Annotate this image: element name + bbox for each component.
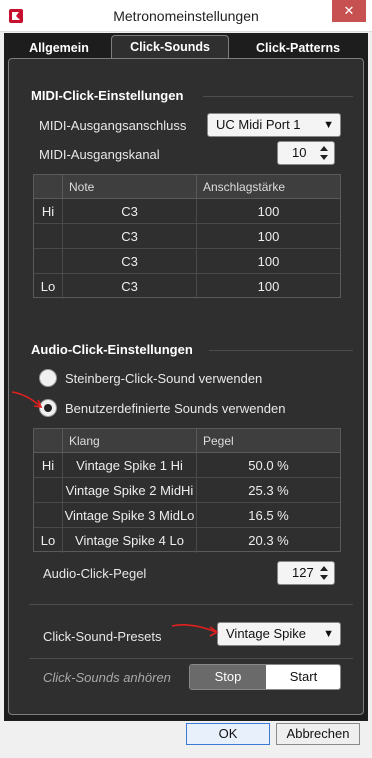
presets-value: Vintage Spike [226, 626, 306, 641]
midi-channel-label: MIDI-Ausgangskanal [39, 147, 160, 162]
note-cell[interactable]: C3 [62, 274, 196, 299]
row-tag [34, 249, 62, 274]
listen-label: Click-Sounds anhören [43, 670, 171, 685]
row-tag [34, 224, 62, 249]
level-cell[interactable]: 25.3 % [196, 478, 340, 503]
audio-section-title: Audio-Click-Einstellungen [31, 342, 193, 357]
annotation-arrow-icon [171, 624, 219, 637]
radio-steinberg-sound[interactable] [39, 369, 57, 387]
row-tag: Hi [41, 204, 55, 219]
table-row[interactable]: Vintage Spike 3 MidLo 16.5 % [34, 503, 340, 528]
note-cell[interactable]: C3 [62, 249, 196, 274]
level-cell[interactable]: 50.0 % [196, 453, 340, 478]
click-sounds-panel: MIDI-Click-Einstellungen MIDI-Ausgangsan… [8, 58, 364, 715]
section-divider [203, 96, 353, 97]
midi-section-title: MIDI-Click-Einstellungen [31, 88, 184, 103]
velocity-cell[interactable]: 100 [196, 224, 340, 249]
velocity-cell[interactable]: 100 [196, 274, 340, 299]
radio-custom-label[interactable]: Benutzerdefinierte Sounds verwenden [65, 401, 285, 416]
dialog-body: Allgemein Click-Sounds Click-Patterns MI… [4, 33, 368, 721]
presets-dropdown[interactable]: Vintage Spike ▼ [217, 622, 341, 646]
section-divider [29, 604, 353, 605]
midi-note-table: Note Anschlagstärke Hi C3 100 C3 100 C3 … [33, 174, 341, 299]
audio-level-spinner[interactable]: 127 [277, 561, 335, 585]
sound-cell[interactable]: Vintage Spike 2 MidHi [62, 478, 196, 503]
midi-channel-value: 10 [292, 145, 307, 160]
section-divider [29, 658, 353, 659]
tab-bar: Allgemein Click-Sounds Click-Patterns [4, 33, 368, 61]
tab-allgemein[interactable]: Allgemein [10, 37, 108, 59]
column-header-note: Note [62, 175, 196, 199]
tab-click-patterns[interactable]: Click-Patterns [236, 37, 360, 59]
table-row[interactable]: Hi C3 100 [34, 199, 340, 224]
row-tag: Lo [40, 533, 56, 548]
sound-cell[interactable]: Vintage Spike 4 Lo [62, 528, 196, 553]
stop-button[interactable]: Stop [190, 665, 266, 689]
table-row[interactable]: Hi Vintage Spike 1 Hi 50.0 % [34, 453, 340, 478]
window-title: Metronomeinstellungen [113, 8, 259, 24]
table-row[interactable]: Lo C3 100 [34, 274, 340, 299]
presets-label: Click-Sound-Presets [43, 629, 162, 644]
ok-button[interactable]: OK [186, 723, 270, 745]
table-header: Klang Pegel [34, 429, 340, 453]
midi-port-dropdown[interactable]: UC Midi Port 1 ▼ [207, 113, 341, 137]
midi-channel-spinner[interactable]: 10 [277, 141, 335, 165]
listen-toggle: Stop Start [189, 664, 341, 690]
level-cell[interactable]: 16.5 % [196, 503, 340, 528]
section-divider [209, 350, 353, 351]
close-button[interactable]: ✕ [332, 0, 366, 22]
audio-level-label: Audio-Click-Pegel [43, 566, 147, 581]
start-button[interactable]: Start [266, 665, 340, 689]
table-row[interactable]: Lo Vintage Spike 4 Lo 20.3 % [34, 528, 340, 553]
row-tag: Lo [40, 279, 56, 294]
velocity-cell[interactable]: 100 [196, 199, 340, 224]
title-bar: Metronomeinstellungen ✕ [0, 0, 372, 32]
midi-port-value: UC Midi Port 1 [216, 117, 301, 132]
sound-cell[interactable]: Vintage Spike 3 MidLo [62, 503, 196, 528]
column-header-level: Pegel [196, 429, 340, 453]
chevron-down-icon: ▼ [323, 628, 334, 640]
sound-cell[interactable]: Vintage Spike 1 Hi [62, 453, 196, 478]
audio-level-value: 127 [292, 565, 314, 580]
spin-arrows-icon[interactable] [319, 143, 329, 163]
note-cell[interactable]: C3 [62, 199, 196, 224]
table-row[interactable]: C3 100 [34, 224, 340, 249]
radio-steinberg-label[interactable]: Steinberg-Click-Sound verwenden [65, 371, 262, 386]
row-tag [34, 478, 62, 503]
row-tag [34, 503, 62, 528]
column-header-velocity: Anschlagstärke [196, 175, 340, 199]
table-row[interactable]: C3 100 [34, 249, 340, 274]
chevron-down-icon: ▼ [323, 119, 334, 131]
table-header: Note Anschlagstärke [34, 175, 340, 199]
spin-arrows-icon[interactable] [319, 563, 329, 583]
row-tag: Hi [41, 458, 55, 473]
level-cell[interactable]: 20.3 % [196, 528, 340, 553]
midi-port-label: MIDI-Ausgangsanschluss [39, 118, 187, 133]
cancel-button[interactable]: Abbrechen [276, 723, 360, 745]
audio-sound-table: Klang Pegel Hi Vintage Spike 1 Hi 50.0 %… [33, 428, 341, 553]
note-cell[interactable]: C3 [62, 224, 196, 249]
velocity-cell[interactable]: 100 [196, 249, 340, 274]
table-row[interactable]: Vintage Spike 2 MidHi 25.3 % [34, 478, 340, 503]
annotation-arrow-icon [11, 391, 43, 408]
column-header-sound: Klang [62, 429, 196, 453]
